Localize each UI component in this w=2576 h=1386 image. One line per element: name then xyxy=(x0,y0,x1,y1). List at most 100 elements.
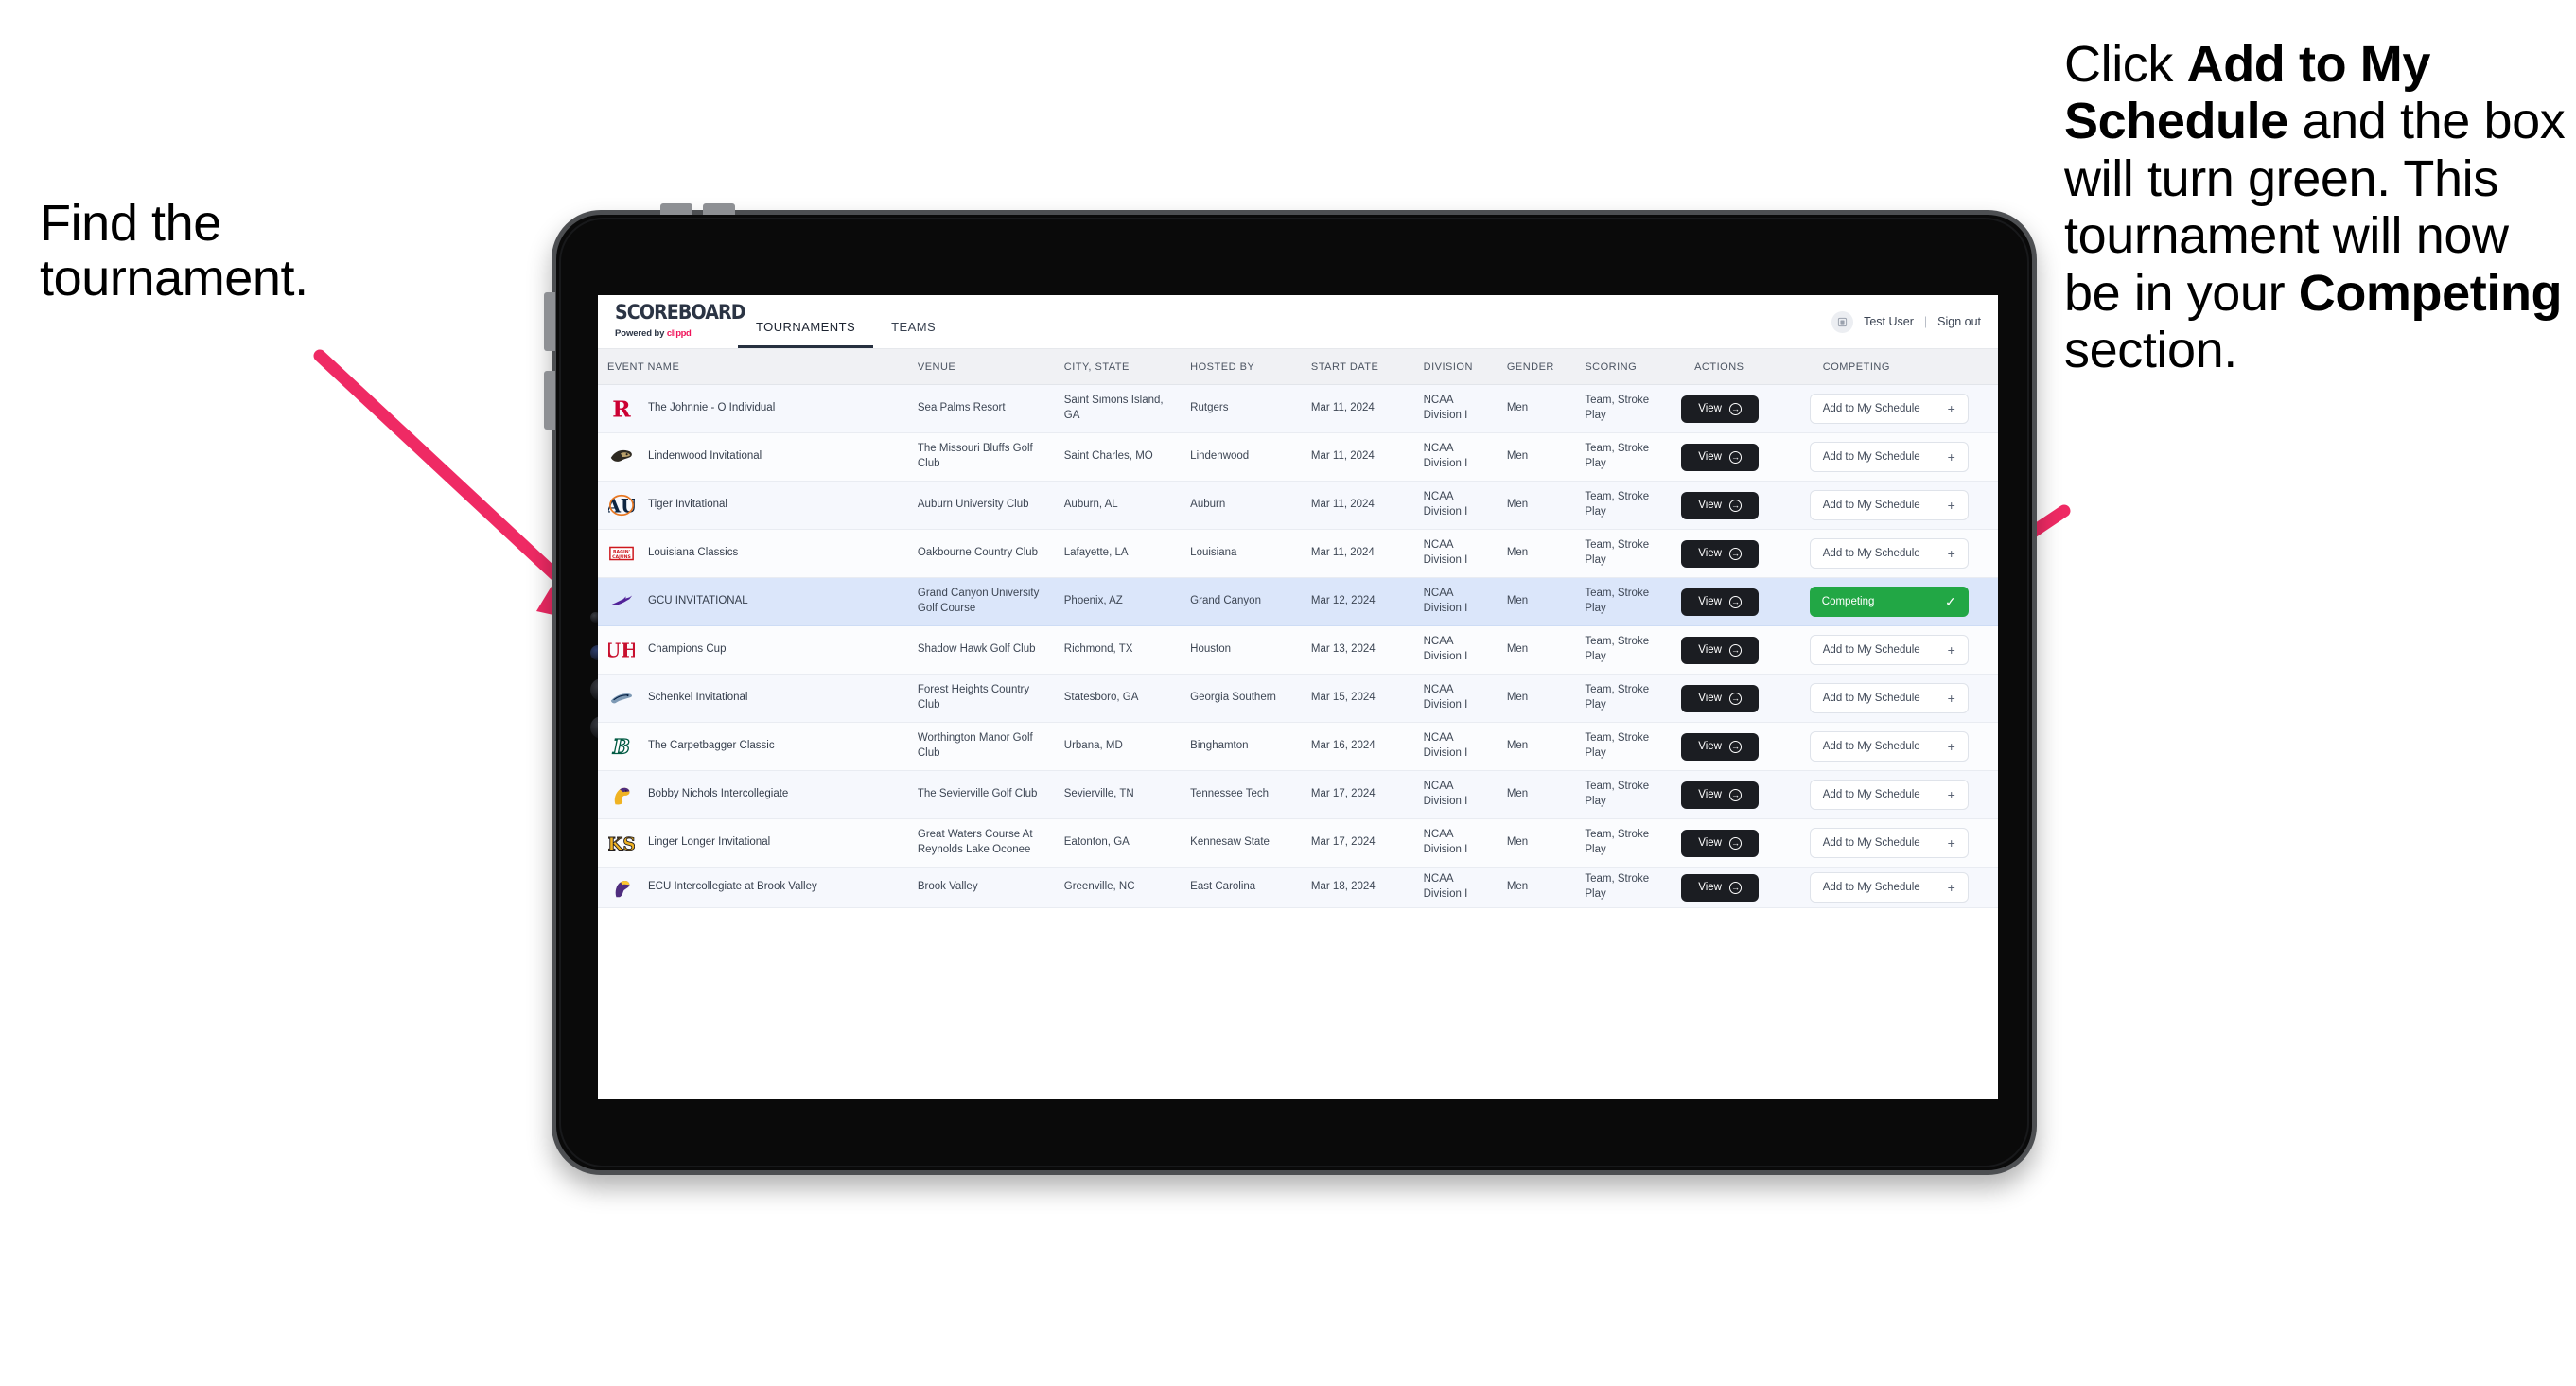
add-to-my-schedule-button[interactable]: Add to My Schedule + xyxy=(1809,394,1969,424)
table-row[interactable]: Bobby Nichols Intercollegiate The Sevierv… xyxy=(598,770,1998,819)
arrow-right-circle-icon: → xyxy=(1728,450,1742,464)
arrow-right-circle-icon: → xyxy=(1728,499,1742,512)
division-label: NCAA Division I xyxy=(1423,873,1468,900)
cell-competing: Competing ✓ xyxy=(1799,577,1998,626)
column-header-hosted-by[interactable]: HOSTED BY xyxy=(1181,349,1302,385)
table-row[interactable]: R The Johnnie - O Individual Sea Palms Res… xyxy=(598,384,1998,433)
cell-event-name: UH Champions Cup xyxy=(598,625,908,675)
cell-gender: Men xyxy=(1497,577,1576,626)
table-row[interactable]: Lindenwood Invitational The Missouri Bluf… xyxy=(598,432,1998,482)
add-to-my-schedule-button[interactable]: Add to My Schedule + xyxy=(1809,490,1969,520)
column-header-gender[interactable]: GENDER xyxy=(1497,349,1576,385)
hosted-by-label: Lindenwood xyxy=(1190,450,1250,463)
cell-hosted-by: East Carolina xyxy=(1181,867,1302,908)
plus-icon: + xyxy=(1947,835,1955,851)
cell-city-state: Urbana, MD xyxy=(1054,722,1182,771)
column-header-actions[interactable]: ACTIONS xyxy=(1672,349,1800,385)
cell-gender: Men xyxy=(1497,432,1576,482)
event-name-label: Champions Cup xyxy=(648,643,727,656)
table-row[interactable]: B The Carpetbagger Classic Worthington Man… xyxy=(598,722,1998,771)
table-row[interactable]: AU Tiger Invitational Auburn University Cl… xyxy=(598,481,1998,530)
column-header-city-state[interactable]: CITY, STATE xyxy=(1054,349,1182,385)
svg-text:RAGIN': RAGIN' xyxy=(613,550,630,555)
view-button[interactable]: View → xyxy=(1681,443,1760,471)
view-button[interactable]: View → xyxy=(1681,588,1760,616)
gender-label: Men xyxy=(1506,402,1529,414)
tab-teams[interactable]: TEAMS xyxy=(873,305,954,348)
cell-gender: Men xyxy=(1497,529,1576,578)
cell-event-name: ECU Intercollegiate at Brook Valley xyxy=(598,867,908,908)
cell-division: NCAA Division I xyxy=(1413,384,1498,433)
cell-division: NCAA Division I xyxy=(1413,577,1498,626)
city-state-label: Phoenix, AZ xyxy=(1063,595,1123,607)
gender-label: Men xyxy=(1506,595,1529,607)
arrow-right-circle-icon: → xyxy=(1728,881,1742,894)
cell-start-date: Mar 15, 2024 xyxy=(1301,674,1414,723)
auburn-au-logo: AU xyxy=(607,491,636,519)
user-name-label[interactable]: Test User xyxy=(1864,315,1914,328)
column-header-start-date[interactable]: START DATE xyxy=(1301,349,1414,385)
view-button[interactable]: View → xyxy=(1681,829,1760,857)
table-row[interactable]: ECU Intercollegiate at Brook Valley Brook… xyxy=(598,867,1998,908)
kennesaw-state-ks-logo: KS xyxy=(607,829,636,857)
start-date-label: Mar 17, 2024 xyxy=(1310,788,1376,800)
tournaments-table-container[interactable]: EVENT NAME VENUE CITY, STATE HOSTED BY S… xyxy=(598,349,1998,1099)
add-to-my-schedule-button[interactable]: Add to My Schedule + xyxy=(1809,538,1969,569)
view-button-label: View xyxy=(1698,882,1722,893)
tab-tournaments[interactable]: TOURNAMENTS xyxy=(738,305,874,348)
tablet-volume-down-button[interactable] xyxy=(544,371,555,430)
tablet-top-button-1[interactable] xyxy=(660,203,692,215)
add-to-my-schedule-button[interactable]: Add to My Schedule + xyxy=(1809,828,1969,858)
tennessee-tech-eagle-logo xyxy=(607,781,636,809)
add-to-my-schedule-button[interactable]: Add to My Schedule + xyxy=(1809,780,1969,810)
plus-icon: + xyxy=(1947,449,1955,465)
cell-scoring: Team, Stroke Play xyxy=(1575,481,1673,530)
add-to-my-schedule-button[interactable]: Add to My Schedule + xyxy=(1809,683,1969,713)
table-row[interactable]: Schenkel Invitational Forest Heights Coun… xyxy=(598,674,1998,723)
column-header-division[interactable]: DIVISION xyxy=(1413,349,1498,385)
svg-text:CAJUNS: CAJUNS xyxy=(612,554,631,560)
table-row[interactable]: RAGIN' CAJUNS Louisiana Classics Oakbourne … xyxy=(598,529,1998,578)
add-to-my-schedule-label: Add to My Schedule xyxy=(1822,451,1920,463)
view-button[interactable]: View → xyxy=(1681,491,1760,519)
cell-start-date: Mar 17, 2024 xyxy=(1301,770,1414,819)
view-button[interactable]: View → xyxy=(1681,781,1760,809)
header-user-area: Test User | Sign out xyxy=(1831,295,1998,348)
table-row[interactable]: UH Champions Cup Shadow Hawk Golf Club Rich… xyxy=(598,625,1998,675)
add-to-my-schedule-button[interactable]: Add to My Schedule + xyxy=(1809,872,1969,903)
add-to-my-schedule-label: Add to My Schedule xyxy=(1822,548,1920,559)
table-row[interactable]: KS Linger Longer Invitational Great Waters… xyxy=(598,818,1998,868)
add-to-my-schedule-button[interactable]: Add to My Schedule + xyxy=(1809,442,1969,472)
add-to-my-schedule-button[interactable]: Add to My Schedule + xyxy=(1809,635,1969,665)
cell-competing: Add to My Schedule + xyxy=(1799,432,1998,482)
column-header-competing[interactable]: COMPETING xyxy=(1799,349,1998,385)
competing-button[interactable]: Competing ✓ xyxy=(1809,587,1969,617)
add-to-my-schedule-label: Add to My Schedule xyxy=(1822,837,1920,849)
event-name-label: Linger Longer Invitational xyxy=(648,836,771,849)
tablet-volume-up-button[interactable] xyxy=(544,292,555,351)
add-to-my-schedule-button[interactable]: Add to My Schedule + xyxy=(1809,731,1969,762)
column-header-scoring[interactable]: SCORING xyxy=(1575,349,1673,385)
brand-logo[interactable]: SCOREBOARD Powered by clippd xyxy=(598,295,746,348)
tablet-top-button-2[interactable] xyxy=(703,203,735,215)
view-button[interactable]: View → xyxy=(1681,395,1760,423)
cell-city-state: Sevierville, TN xyxy=(1054,770,1182,819)
arrow-right-circle-icon: → xyxy=(1728,692,1742,705)
table-row[interactable]: GCU INVITATIONAL Grand Canyon University … xyxy=(598,577,1998,626)
column-header-event-name[interactable]: EVENT NAME xyxy=(598,349,908,385)
venue-label: Forest Heights Country Club xyxy=(917,684,1030,711)
sign-out-link[interactable]: Sign out xyxy=(1937,315,1981,328)
view-button[interactable]: View → xyxy=(1681,732,1760,761)
view-button[interactable]: View → xyxy=(1681,636,1760,664)
cell-competing: Add to My Schedule + xyxy=(1799,529,1998,578)
cell-city-state: Richmond, TX xyxy=(1054,625,1182,675)
column-header-venue[interactable]: VENUE xyxy=(907,349,1055,385)
view-button[interactable]: View → xyxy=(1681,539,1760,568)
cell-venue: Forest Heights Country Club xyxy=(907,674,1055,723)
scoring-label: Team, Stroke Play xyxy=(1585,684,1650,711)
view-button[interactable]: View → xyxy=(1681,873,1760,902)
view-button-label: View xyxy=(1698,403,1722,414)
user-avatar-icon[interactable] xyxy=(1831,310,1854,333)
cell-hosted-by: Houston xyxy=(1181,625,1302,675)
view-button[interactable]: View → xyxy=(1681,684,1760,712)
